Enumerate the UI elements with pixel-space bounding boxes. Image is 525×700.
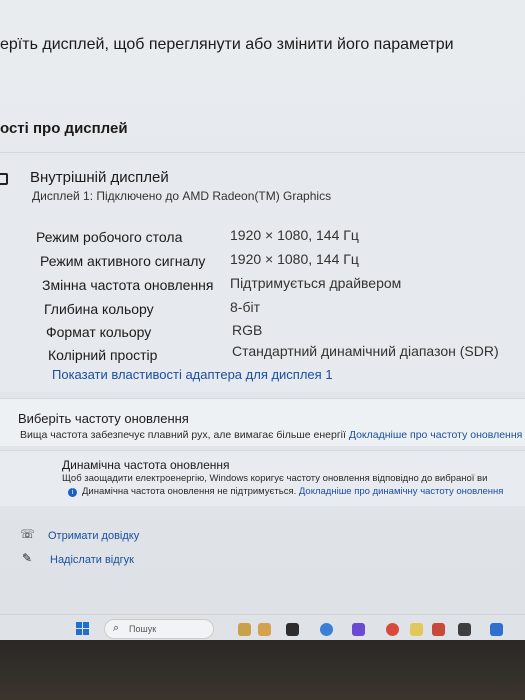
property-value: 8-біт: [230, 299, 260, 315]
dynamic-refresh-card: Динамічна частота оновлення Щоб заощадит…: [0, 450, 525, 506]
task-view-icon[interactable]: [286, 623, 299, 636]
property-label: Глибина кольору: [44, 301, 154, 317]
help-icon: ☏: [20, 527, 36, 541]
app-icon[interactable]: [320, 623, 333, 636]
refresh-rate-learn-more-link[interactable]: Докладніше про частоту оновлення: [349, 429, 523, 441]
refresh-rate-card[interactable]: Виберіть частоту оновлення Вища частота …: [0, 398, 525, 446]
app-icon[interactable]: [458, 623, 471, 636]
taskbar-search[interactable]: ⌕ Пошук: [104, 619, 214, 639]
refresh-rate-title: Виберіть частоту оновлення: [18, 411, 189, 426]
dynamic-refresh-title: Динамічна частота оновлення: [62, 458, 230, 472]
app-icon[interactable]: [352, 623, 365, 636]
header-instruction: ерїть дисплей, щоб переглянути або зміни…: [0, 36, 454, 53]
monitor-icon: [0, 173, 8, 185]
property-value: Підтримується драйвером: [230, 275, 402, 291]
feedback-icon: ✎: [22, 551, 33, 565]
taskbar: ⌕ Пошук: [0, 614, 525, 640]
adapter-properties-link[interactable]: Показати властивості адаптера для диспле…: [52, 367, 333, 382]
dynamic-refresh-learn-more-link[interactable]: Докладніше про динамічну частоту оновлен…: [299, 486, 504, 497]
section-title: ості про дисплей: [0, 120, 128, 137]
info-icon: i: [68, 488, 77, 497]
widgets-icon[interactable]: [238, 623, 251, 636]
display-subtitle: Дисплей 1: Підключено до AMD Radeon(TM) …: [32, 189, 332, 203]
app-icon[interactable]: [490, 623, 503, 636]
property-label: Режим активного сигналу: [40, 253, 206, 269]
display-info-card: Внутрішній дисплей Дисплей 1: Підключено…: [0, 152, 525, 392]
browser-icon[interactable]: [386, 623, 399, 636]
start-button[interactable]: [76, 622, 90, 636]
app-icon[interactable]: [432, 623, 445, 636]
property-value: RGB: [232, 322, 263, 338]
header-area: ерїть дисплей, щоб переглянути або зміни…: [0, 0, 525, 78]
search-placeholder: Пошук: [129, 624, 157, 634]
refresh-rate-description: Вища частота забезпечує плавний рух, але…: [20, 429, 523, 441]
send-feedback-link[interactable]: Надіслати відгук: [50, 554, 134, 566]
folder-icon[interactable]: [410, 623, 423, 636]
property-label: Колірний простір: [48, 347, 158, 363]
settings-window: ерїть дисплей, щоб переглянути або зміни…: [0, 0, 525, 640]
get-help-link[interactable]: Отримати довідку: [48, 530, 139, 542]
property-label: Режим робочого стола: [36, 229, 183, 245]
dynamic-refresh-status: Динамічна частота оновлення не підтримує…: [82, 486, 504, 497]
property-label: Формат кольору: [46, 324, 152, 340]
laptop-bezel: [0, 640, 525, 700]
widgets-icon[interactable]: [258, 623, 271, 636]
display-name: Внутрішній дисплей: [30, 169, 169, 186]
property-value: 1920 × 1080, 144 Гц: [230, 227, 359, 243]
property-value: 1920 × 1080, 144 Гц: [230, 251, 359, 267]
property-label: Змінна частота оновлення: [42, 277, 214, 293]
dynamic-refresh-description: Щоб заощадити електроенергію, Windows ко…: [62, 473, 488, 484]
property-value: Стандартний динамічний діапазон (SDR): [232, 343, 499, 359]
search-icon: ⌕: [113, 622, 120, 634]
